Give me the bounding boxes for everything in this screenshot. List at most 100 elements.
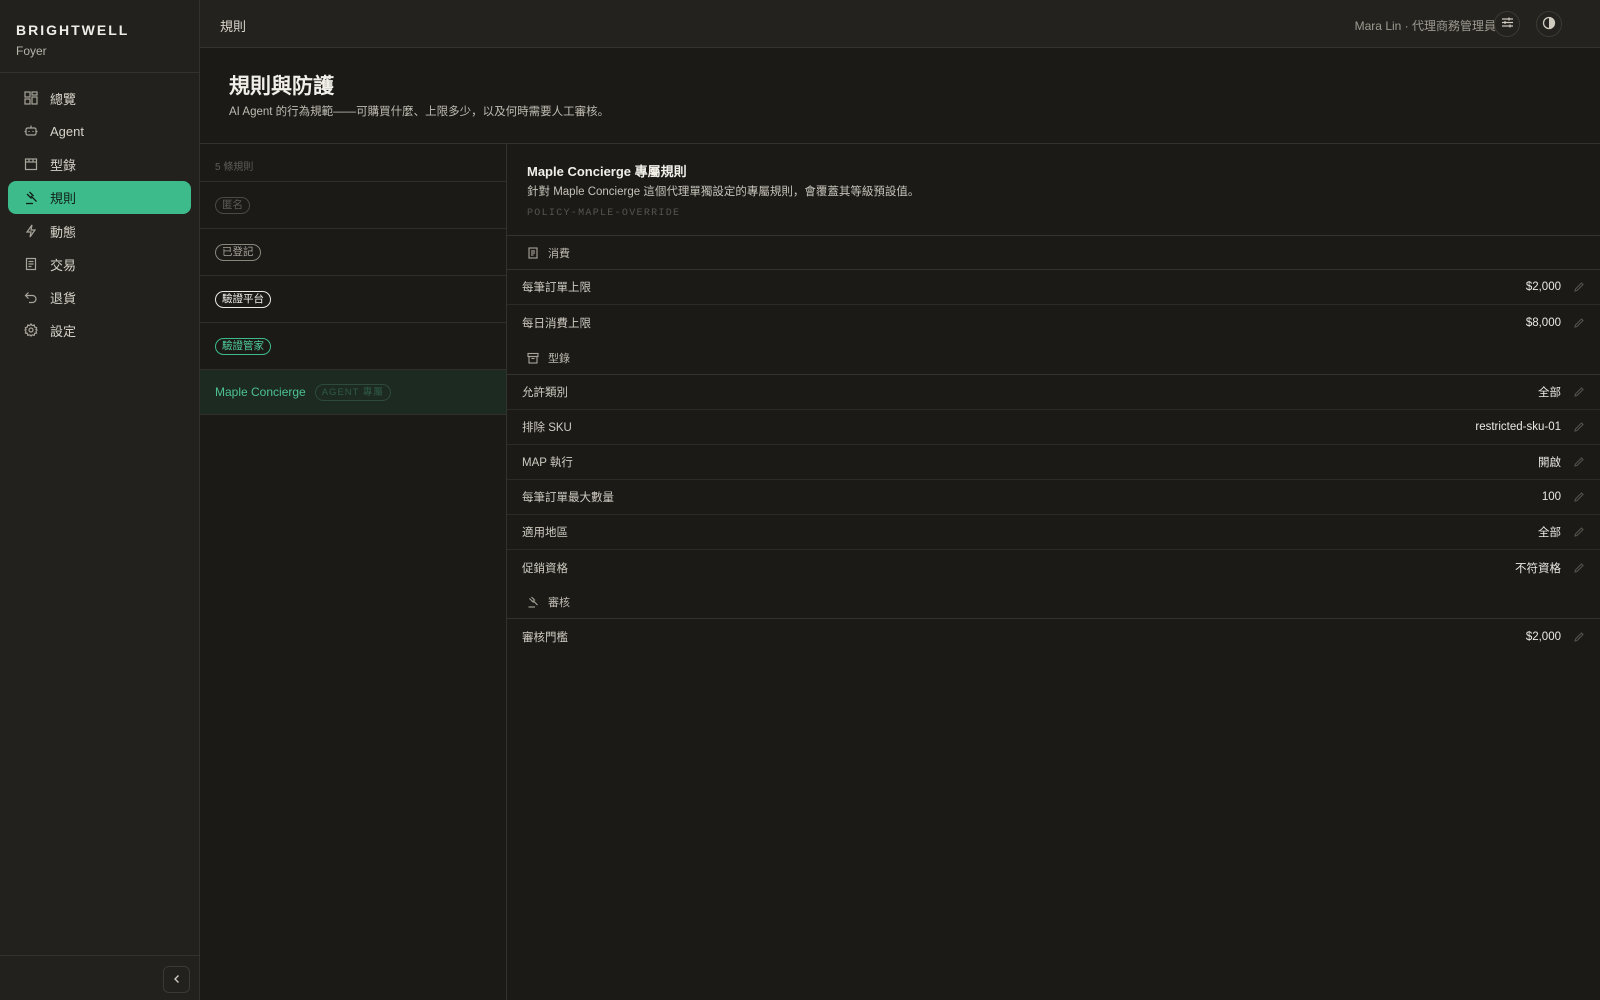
breadcrumb: 規則 <box>220 19 247 34</box>
sidebar: BRIGHTWELL Foyer 總覽 Agent 型錄 規則 動態 交易 退貨… <box>0 0 200 1000</box>
policy-item-registered[interactable]: 已登記 <box>200 229 506 276</box>
rule-value: 100 <box>1541 491 1561 503</box>
agent-specific-badge: AGENT 專屬 <box>314 383 391 401</box>
bolt-icon <box>24 224 38 238</box>
sidebar-item-transactions[interactable]: 交易 <box>8 248 191 280</box>
gavel-icon <box>24 191 38 205</box>
section-label: 消費 <box>548 247 570 260</box>
sidebar-item-label: Agent <box>50 123 84 139</box>
rule-row-allowed-categories: 允許類別 全部 <box>507 375 1600 410</box>
rule-label: 排除 SKU <box>522 422 572 434</box>
undo-icon <box>24 290 38 304</box>
edit-icon[interactable] <box>1573 281 1585 293</box>
store-icon <box>24 157 38 171</box>
sidebar-item-agent[interactable]: Agent <box>8 115 191 147</box>
policy-code: POLICY-MAPLE-OVERRIDE <box>527 208 681 219</box>
section-label: 型錄 <box>548 352 570 365</box>
contrast-icon <box>1542 16 1556 33</box>
rule-value: $8,000 <box>1525 316 1561 329</box>
policy-count: 5 條規則 <box>200 144 506 182</box>
sidebar-item-settings[interactable]: 設定 <box>8 314 191 346</box>
rule-row-promo-eligibility: 促銷資格 不符資格 <box>507 550 1600 585</box>
rule-label: 每筆訂單最大數量 <box>522 492 614 504</box>
page-header: 規則與防護 AI Agent 的行為規範——可購買什麼、上限多少，以及何時需要人… <box>200 48 1600 144</box>
sidebar-item-label: 交易 <box>50 257 77 273</box>
rule-row-excluded-sku: 排除 SKU restricted-sku-01 <box>507 410 1600 445</box>
rule-label: 適用地區 <box>522 527 568 539</box>
edit-icon[interactable] <box>1573 421 1585 433</box>
edit-icon[interactable] <box>1573 562 1585 574</box>
sidebar-item-label: 設定 <box>50 323 77 339</box>
page-description: AI Agent 的行為規範——可購買什麼、上限多少，以及何時需要人工審核。 <box>229 106 610 118</box>
rule-label: 審核門檻 <box>522 631 568 644</box>
sidebar-item-rules[interactable]: 規則 <box>8 181 191 214</box>
rule-row-review-threshold: 審核門檻 $2,000 <box>507 619 1600 654</box>
sidebar-footer <box>0 955 199 1000</box>
rule-value: $2,000 <box>1525 281 1561 293</box>
tier-badge: 驗證平台 <box>215 290 271 308</box>
policy-item-verified-steward[interactable]: 驗證管家 <box>200 323 506 370</box>
rule-value: 開啟 <box>1538 457 1561 469</box>
edit-icon[interactable] <box>1573 456 1585 468</box>
archive-icon <box>527 352 539 364</box>
receipt-icon <box>527 246 539 259</box>
rule-row-max-per-order: 每筆訂單上限 $2,000 <box>507 270 1600 305</box>
theme-toggle-button[interactable] <box>1536 11 1562 37</box>
topbar: 規則 Mara Lin · 代理商務管理員 <box>200 0 1600 48</box>
policy-description: 針對 Maple Concierge 這個代理單獨設定的專屬規則，會覆蓋其等級預… <box>527 186 920 198</box>
rule-row-daily-cap: 每日消費上限 $8,000 <box>507 305 1600 340</box>
rule-label: 每日消費上限 <box>522 317 591 330</box>
policy-item-name: Maple Concierge <box>215 385 306 399</box>
rule-row-regions: 適用地區 全部 <box>507 515 1600 550</box>
rule-row-max-quantity: 每筆訂單最大數量 100 <box>507 480 1600 515</box>
tier-badge: 已登記 <box>215 243 261 261</box>
sliders-icon <box>1501 16 1514 32</box>
sidebar-nav: 總覽 Agent 型錄 規則 動態 交易 退貨 設定 <box>0 73 199 346</box>
rule-row-map-enforcement: MAP 執行 開啟 <box>507 445 1600 480</box>
policy-item-verified-platform[interactable]: 驗證平台 <box>200 276 506 323</box>
sidebar-item-label: 動態 <box>50 224 77 240</box>
section-label: 審核 <box>548 596 570 609</box>
receipt-icon <box>24 257 38 271</box>
brand-name: BRIGHTWELL <box>16 22 130 38</box>
gear-icon <box>24 323 38 337</box>
page-title: 規則與防護 <box>229 75 334 98</box>
edit-icon[interactable] <box>1573 386 1585 398</box>
policy-detail: Maple Concierge 專屬規則 針對 Maple Concierge … <box>507 144 1600 1000</box>
filters-button[interactable] <box>1494 11 1520 37</box>
section-spend: 消費 <box>507 236 1600 270</box>
rule-value: 不符資格 <box>1515 562 1561 575</box>
sidebar-item-label: 退貨 <box>50 290 77 306</box>
sidebar-item-returns[interactable]: 退貨 <box>8 281 191 313</box>
rule-value: restricted-sku-01 <box>1475 421 1561 433</box>
rule-label: MAP 執行 <box>522 457 573 469</box>
policy-title: Maple Concierge 專屬規則 <box>527 164 687 179</box>
policy-item-maple-concierge[interactable]: Maple Concierge AGENT 專屬 <box>200 370 506 415</box>
collapse-sidebar-button[interactable] <box>163 966 190 993</box>
rule-value: 全部 <box>1538 387 1561 399</box>
rule-value: 全部 <box>1538 527 1561 539</box>
sidebar-item-label: 規則 <box>50 191 77 206</box>
edit-icon[interactable] <box>1573 491 1585 503</box>
policy-item-anonymous[interactable]: 匿名 <box>200 182 506 229</box>
brand-subtitle: Foyer <box>16 44 47 58</box>
policy-list: 5 條規則 匿名 已登記 驗證平台 驗證管家 Maple Concierge A… <box>200 144 507 1000</box>
sidebar-item-overview[interactable]: 總覽 <box>8 82 191 114</box>
sidebar-item-catalog[interactable]: 型錄 <box>8 148 191 180</box>
edit-icon[interactable] <box>1573 317 1585 329</box>
rule-label: 允許類別 <box>522 387 568 399</box>
edit-icon[interactable] <box>1573 526 1585 538</box>
grid-icon <box>24 91 38 105</box>
rule-value: $2,000 <box>1525 630 1561 643</box>
tier-badge: 驗證管家 <box>215 337 271 355</box>
sidebar-item-label: 總覽 <box>50 91 77 107</box>
rule-label: 每筆訂單上限 <box>522 282 591 294</box>
sidebar-item-activity[interactable]: 動態 <box>8 215 191 247</box>
rule-label: 促銷資格 <box>522 562 568 575</box>
gavel-icon <box>527 596 539 608</box>
section-review: 審核 <box>507 585 1600 619</box>
edit-icon[interactable] <box>1573 631 1585 643</box>
section-catalog: 型錄 <box>507 341 1600 375</box>
brand: BRIGHTWELL Foyer <box>0 0 199 73</box>
sidebar-item-label: 型錄 <box>50 157 77 173</box>
